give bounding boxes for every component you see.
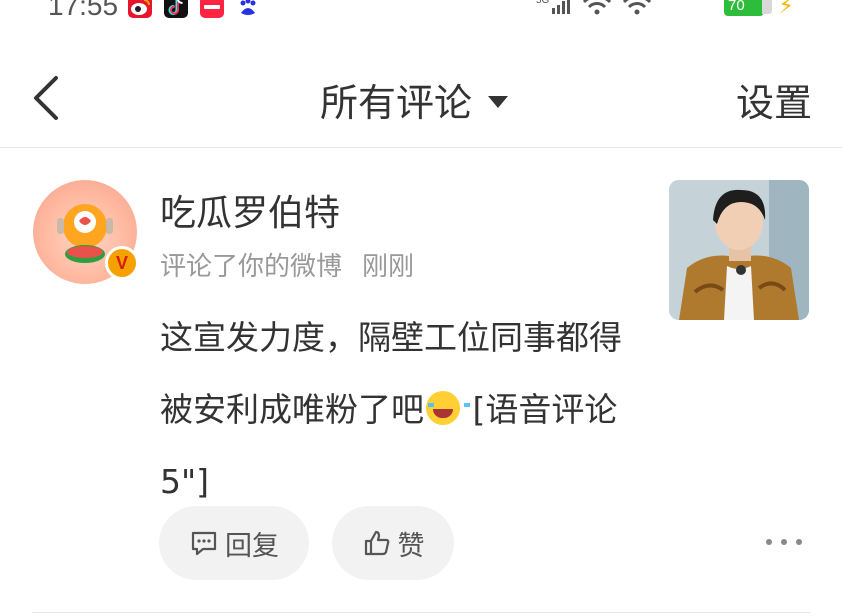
xiaohongshu-app-icon (200, 0, 224, 18)
username[interactable]: 吃瓜罗伯特 (160, 184, 340, 236)
status-time: 17:55 (48, 0, 119, 21)
reply-label: 回复 (225, 530, 279, 562)
verified-badge-icon: V (105, 246, 139, 280)
thumbs-up-icon (364, 530, 389, 556)
avatar[interactable]: V (33, 180, 139, 284)
comment-item: V 吃瓜罗伯特 评论了你的微博 刚刚 这宣发力度，隔壁工位同事都得被安利成唯粉了吧… (0, 150, 842, 616)
comment-filter-dropdown[interactable]: 所有评论 (320, 72, 509, 127)
charging-bolt-icon: ⚡ (778, 0, 794, 19)
laugh-cry-emoji-icon (426, 391, 470, 425)
baidu-app-icon (236, 0, 260, 18)
comment-text: 这宣发力度，隔壁工位同事都得被安利成唯粉了吧 [语音评论5"] (160, 302, 640, 518)
caret-down-icon (488, 95, 509, 108)
more-dot-icon (781, 539, 787, 545)
network-type-label: 5G (536, 0, 550, 6)
like-label: 赞 (397, 530, 425, 562)
nav-bar: 所有评论 设置 (0, 50, 842, 148)
cellular-signal-icon: 5G (536, 0, 570, 14)
battery-level: 70 (728, 0, 745, 14)
battery-empty-part (762, 0, 772, 14)
post-thumbnail-image (669, 180, 809, 320)
comment-bubble-icon (191, 531, 217, 556)
reply-button[interactable]: 回复 (159, 506, 309, 580)
comment-divider (32, 612, 810, 613)
battery-indicator: 70 (724, 0, 764, 16)
back-arrow-icon (34, 76, 58, 120)
comment-meta: 评论了你的微博 刚刚 (160, 246, 414, 283)
weibo-app-icon (128, 0, 152, 18)
more-dot-icon (766, 539, 772, 545)
more-dot-icon (796, 539, 802, 545)
status-icons: 5G (536, 0, 652, 16)
wifi-icon-secondary (622, 0, 652, 15)
more-options-button[interactable] (766, 530, 802, 554)
wifi-icon (582, 0, 612, 15)
comment-time: 刚刚 (362, 252, 415, 282)
like-button[interactable]: 赞 (332, 506, 454, 580)
back-button[interactable] (26, 68, 70, 128)
comment-action-text: 评论了你的微博 (160, 252, 343, 282)
status-bar: 17:55 5G 70 ⚡ (0, 0, 842, 22)
weibo-post-thumbnail[interactable] (669, 180, 809, 320)
settings-button[interactable]: 设置 (736, 72, 812, 127)
page-title: 所有评论 (320, 81, 473, 125)
douyin-app-icon (164, 0, 188, 18)
